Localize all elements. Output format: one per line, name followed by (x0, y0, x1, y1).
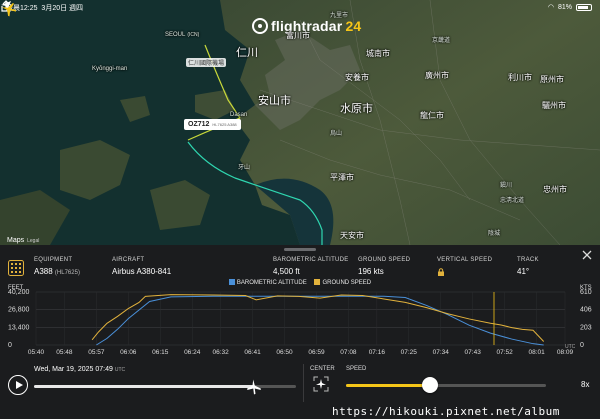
speed-label: SPEED (346, 366, 367, 372)
x-unit: UTC (565, 344, 576, 350)
ground-speed-info: GROUND SPEED 196 kts (358, 257, 411, 276)
x-tick-label: 07:52 (497, 349, 514, 354)
map-place-label: 平澤市 (330, 173, 354, 182)
x-tick-label: 05:40 (28, 349, 45, 354)
chart-plot: FEET KTS40,200 61026,800 40613,400 2030 005:4… (8, 285, 592, 356)
x-tick-label: 07:25 (401, 349, 418, 354)
map-place-label: 仁川 (236, 47, 258, 59)
vertical-speed-info: VERTICAL SPEED (437, 257, 492, 281)
x-tick-label: 06:06 (120, 349, 137, 354)
map-place-label: Dasan (230, 112, 248, 118)
map-place-label: 原州市 (540, 75, 564, 84)
map-place-label: 天安市 (340, 231, 364, 240)
center-label: CENTER (310, 366, 335, 372)
radar-ring-icon (252, 18, 268, 34)
x-tick-label: 07:08 (340, 349, 357, 354)
battery-percent: 81% (557, 3, 572, 11)
x-tick-label: 07:16 (369, 349, 386, 354)
drag-handle[interactable] (284, 248, 316, 251)
map-place-label: 安山市 (258, 95, 291, 107)
map-place-label: 忠淸北道 (500, 198, 525, 204)
flight-map[interactable]: 凌晨12:25 3月20日 週四 ◠ 81% flightradar 24 SEO… (0, 0, 600, 245)
speed-value: 8x (581, 380, 590, 389)
flight-details-panel: EQUIPMENT A388 (HL7625) AIRCRAFT Airbus … (0, 245, 600, 419)
y-left-tick-label: 13,400 (8, 324, 30, 331)
map-place-label: 龍仁市 (420, 111, 444, 120)
map-place-label: 富川市 (286, 31, 310, 40)
x-tick-label: 07:43 (465, 349, 482, 354)
x-tick-label: 08:01 (528, 349, 545, 354)
map-place-label: 牙山 (238, 165, 251, 171)
ground-speed-series-line (91, 294, 545, 342)
watermark-url: https://hikouki.pixnet.net/album (332, 405, 560, 418)
map-place-label: 水原市 (340, 103, 373, 115)
x-tick-label: 05:48 (56, 349, 73, 354)
x-tick-label: 06:59 (308, 349, 325, 354)
x-tick-label: 06:50 (276, 349, 293, 354)
map-place-label: 安養市 (345, 73, 369, 82)
map-place-label: Kyŏnggi-man (92, 66, 128, 72)
status-icons: ◠ 81% (548, 3, 592, 11)
airplane-icon[interactable] (0, 0, 18, 18)
x-tick-label: 06:24 (184, 349, 201, 354)
aircraft-grid-icon (8, 260, 24, 276)
map-place-label: 利川市 (508, 73, 532, 82)
map-place-label: 仁川國際機場 (186, 58, 227, 67)
flight-callsign-tag[interactable]: OZ712 HL7625 A388 (184, 119, 241, 130)
speed-slider-knob[interactable] (422, 377, 438, 393)
aircraft-info: AIRCRAFT Airbus A380-841 (112, 257, 172, 276)
play-button[interactable] (8, 375, 28, 395)
speed-slider[interactable] (346, 384, 546, 387)
y-right-tick-label: 203 (580, 324, 592, 331)
playback-controls: Wed, Mar 19, 2025 07:49 UTC CENTER SPEED … (0, 358, 600, 419)
status-bar: 凌晨12:25 3月20日 週四 ◠ 81% (0, 0, 600, 14)
center-aircraft-icon[interactable] (313, 376, 329, 392)
map-place-label: 九里市 (330, 13, 349, 19)
y-right-tick-label: 0 (580, 342, 584, 349)
playback-datetime: Wed, Mar 19, 2025 07:49 UTC (34, 366, 126, 373)
legend-altitude: BAROMETRIC ALTITUDE (228, 279, 307, 286)
y-left-tick-label: 40,200 (8, 289, 30, 296)
scrubber-airplane-icon[interactable] (245, 378, 263, 396)
maps-attribution: Maps Legal (7, 237, 40, 244)
y-left-tick-label: 26,800 (8, 307, 30, 314)
x-tick-label: 07:34 (433, 349, 450, 354)
altitude-info: BAROMETRIC ALTITUDE 4,500 ft (273, 257, 349, 276)
flight-profile-chart[interactable]: BAROMETRIC ALTITUDE GROUND SPEED FEET KTS… (0, 279, 600, 356)
map-place-label: 烏山 (330, 131, 343, 137)
equipment-info: EQUIPMENT A388 (HL7625) (34, 257, 80, 276)
controls-divider (303, 364, 304, 402)
chart-legend: BAROMETRIC ALTITUDE GROUND SPEED (0, 279, 600, 286)
x-tick-label: 05:57 (88, 349, 105, 354)
map-place-label: 鎭川 (500, 183, 513, 189)
y-left-tick-label: 0 (8, 342, 12, 349)
x-tick-label: 06:15 (152, 349, 169, 354)
map-place-label: 京畿道 (432, 38, 451, 44)
map-place-label: 陰城 (488, 231, 501, 237)
x-tick-label: 06:32 (212, 349, 229, 354)
battery-icon (576, 3, 592, 11)
y-right-tick-label: 406 (580, 307, 592, 314)
map-place-label: 城南市 (366, 49, 390, 58)
map-place-label: SEOUL (ICN) (165, 32, 200, 38)
map-place-label: 忠州市 (543, 185, 567, 194)
legend-ground-speed: GROUND SPEED (314, 279, 371, 286)
x-tick-label: 06:41 (244, 349, 261, 354)
map-place-label: 廣州市 (425, 71, 449, 80)
track-info: TRACK 41° (517, 257, 539, 276)
wifi-icon: ◠ (547, 4, 554, 11)
lock-icon (438, 268, 444, 276)
map-place-label: 驪州市 (542, 101, 566, 110)
y-right-tick-label: 610 (580, 289, 592, 296)
